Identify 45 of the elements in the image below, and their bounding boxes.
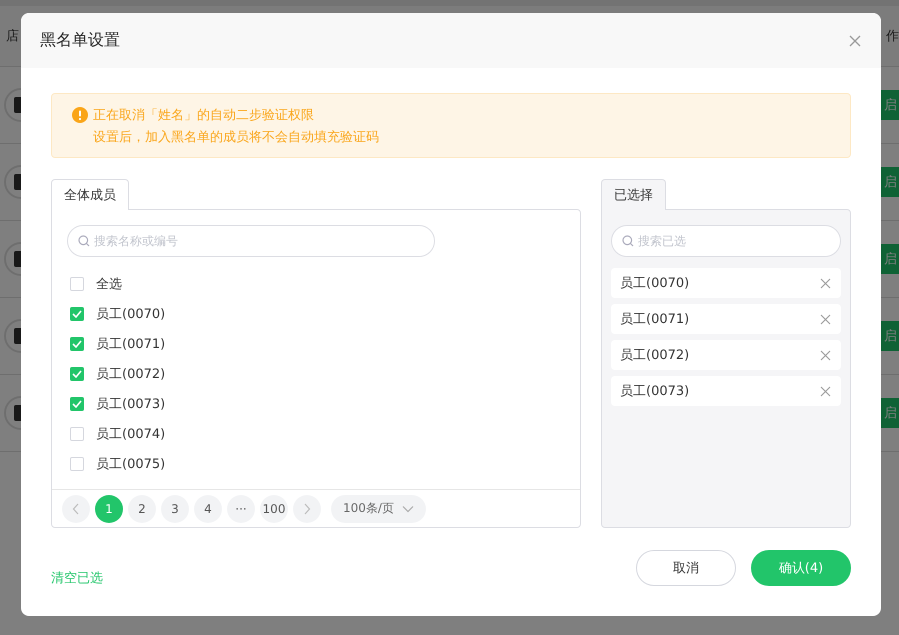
search-field[interactable]: 搜索名称或编号 bbox=[67, 225, 435, 257]
checkbox-label: 员工(0070) bbox=[96, 306, 166, 323]
panel-tab[interactable]: 全体成员 bbox=[51, 179, 129, 210]
checkbox-label: 员工(0072) bbox=[96, 366, 166, 383]
chevron-down-icon bbox=[402, 504, 414, 512]
checkbox[interactable] bbox=[70, 367, 84, 381]
checkbox-label: 员工(0073) bbox=[96, 396, 166, 413]
page-button[interactable]: 3 bbox=[161, 494, 189, 522]
next-page-button[interactable] bbox=[293, 494, 321, 522]
checkbox-label: 员工(0074) bbox=[96, 426, 166, 443]
checkbox[interactable] bbox=[70, 277, 84, 291]
remove-icon[interactable] bbox=[820, 386, 831, 396]
warning-icon bbox=[72, 107, 88, 123]
checkbox-label: 员工(0075) bbox=[96, 456, 166, 473]
search-field[interactable]: 搜索已选 bbox=[611, 225, 841, 257]
selected-item-label: 员工(0071) bbox=[620, 311, 690, 328]
previous-page-button[interactable] bbox=[62, 494, 90, 522]
checkbox-label: 全选 bbox=[96, 276, 122, 293]
page-size-select[interactable]: 100条/页 bbox=[331, 494, 426, 522]
cancel-button[interactable]: 取消 bbox=[636, 550, 736, 586]
remove-icon[interactable] bbox=[820, 314, 831, 324]
page-button[interactable]: ··· bbox=[227, 494, 255, 522]
checkbox[interactable] bbox=[70, 307, 84, 321]
checkbox[interactable] bbox=[70, 457, 84, 471]
chevron-right-icon bbox=[303, 502, 311, 514]
page-button[interactable]: 2 bbox=[128, 494, 156, 522]
panel-tab[interactable]: 已选择 bbox=[601, 179, 666, 210]
checkbox[interactable] bbox=[70, 397, 84, 411]
selected-item-label: 员工(0070) bbox=[620, 275, 690, 292]
checkbox[interactable] bbox=[70, 427, 84, 441]
selected-item-label: 员工(0072) bbox=[620, 347, 690, 364]
page-button[interactable]: 100 bbox=[260, 494, 288, 522]
column-header: 作 bbox=[886, 28, 899, 45]
remove-icon[interactable] bbox=[820, 350, 831, 360]
checkbox[interactable] bbox=[70, 337, 84, 351]
column-header: 店 bbox=[6, 28, 19, 45]
alert-title: 正在取消「姓名」的自动二步验证权限 bbox=[93, 107, 314, 124]
alert-text: 设置后，加入黑名单的成员将不会自动填充验证码 bbox=[92, 129, 380, 147]
chevron-left-icon bbox=[72, 502, 80, 514]
selected-item-label: 员工(0073) bbox=[620, 383, 690, 400]
dialog-title: 黑名单设置 bbox=[40, 30, 120, 51]
checkbox-label: 员工(0071) bbox=[96, 336, 166, 353]
close-icon[interactable] bbox=[849, 34, 861, 46]
remove-icon[interactable] bbox=[820, 278, 831, 288]
page-button[interactable]: 4 bbox=[194, 494, 222, 522]
